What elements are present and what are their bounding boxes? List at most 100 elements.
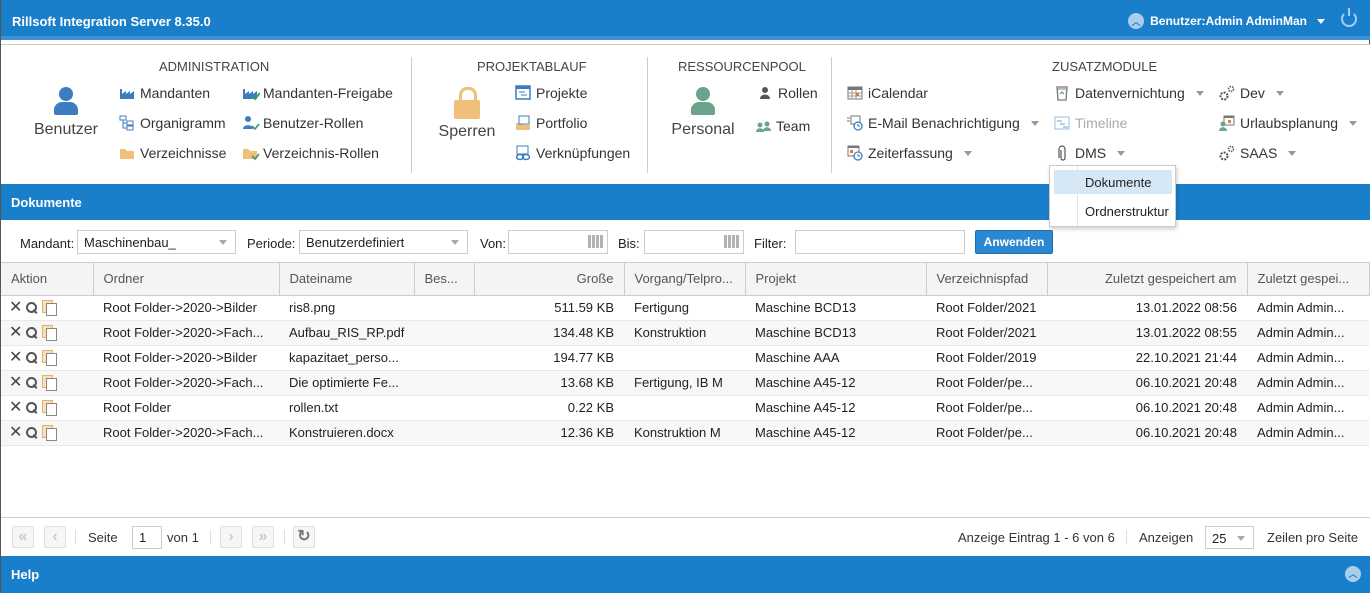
seite-label: Seite xyxy=(88,530,118,545)
table-row[interactable]: ✕ Root Folder->2020->Bilder ris8.png 511.59… xyxy=(1,295,1369,321)
menu-item-ordnerstruktur[interactable]: Ordnerstruktur xyxy=(1054,199,1172,223)
column-header-gespeichert-am[interactable]: Zuletzt gespeichert am xyxy=(1047,263,1248,296)
table-row[interactable]: ✕ Root Folder->2020->Fach... Aufbau_RIS_RP… xyxy=(1,320,1369,346)
ribbon-item-email-benachrichtigung[interactable]: E-Mail Benachrichtigung xyxy=(847,115,1039,131)
top-bar: Rillsoft Integration Server 8.35.0 ︿ Ben… xyxy=(1,0,1370,40)
preview-documents-icon[interactable] xyxy=(42,375,58,391)
preview-documents-icon[interactable] xyxy=(42,350,58,366)
item-label: Urlaubsplanung xyxy=(1240,115,1339,131)
last-page-button[interactable]: » xyxy=(252,526,274,548)
ribbon-item-dms[interactable]: DMS xyxy=(1054,145,1126,161)
role-icon xyxy=(757,85,773,101)
page-number-input[interactable]: 1 xyxy=(132,526,162,549)
periode-select[interactable]: Benutzerdefiniert xyxy=(299,230,468,254)
column-header-projekt[interactable]: Projekt xyxy=(745,263,927,296)
filter-input[interactable] xyxy=(795,230,965,254)
table-header-row: Aktion Ordner Dateiname Bes... Große Vor… xyxy=(1,263,1370,296)
ribbon-item-verzeichnis-rollen[interactable]: Verzeichnis-Rollen xyxy=(242,145,379,161)
page-size-select[interactable]: 25 xyxy=(1205,526,1254,549)
ribbon-item-saas[interactable]: SAAS xyxy=(1219,145,1297,161)
mandant-select[interactable]: Maschinenbau_ xyxy=(77,230,236,254)
search-icon[interactable] xyxy=(26,401,38,414)
delete-icon[interactable]: ✕ xyxy=(9,424,22,441)
pagination-bar: « ‹ Seite 1 von 1 › » ↻ Anzeige Eintrag … xyxy=(1,518,1370,556)
sperren-button[interactable]: Sperren xyxy=(434,87,500,141)
von-date-input[interactable] xyxy=(508,230,608,254)
power-icon[interactable] xyxy=(1341,8,1357,27)
preview-documents-icon[interactable] xyxy=(42,425,58,441)
apply-button[interactable]: Anwenden xyxy=(975,230,1053,254)
chevron-down-icon xyxy=(219,240,227,245)
ribbon-item-portfolio[interactable]: Portfolio xyxy=(515,115,587,131)
ribbon-item-icalendar[interactable]: iCalendar xyxy=(847,85,928,101)
column-header-verzeichnispfad[interactable]: Verzeichnispfad xyxy=(926,263,1048,296)
table-row[interactable]: ✕ Root Folder rollen.txt 0.22 KB Maschine A4… xyxy=(1,395,1369,421)
cell-projekt: Maschine A45-12 xyxy=(745,420,926,446)
menu-item-dokumente[interactable]: Dokumente xyxy=(1054,170,1172,194)
personal-button[interactable]: Personal xyxy=(670,87,736,139)
ribbon-item-mandanten[interactable]: Mandanten xyxy=(119,85,210,101)
pager-divider xyxy=(210,530,211,544)
calendar-icon[interactable] xyxy=(588,235,603,248)
next-page-button[interactable]: › xyxy=(220,526,242,548)
expand-up-icon[interactable]: ︿ xyxy=(1345,566,1361,582)
bis-date-input[interactable] xyxy=(644,230,744,254)
ribbon-item-urlaubsplanung[interactable]: Urlaubsplanung xyxy=(1219,115,1358,131)
search-icon[interactable] xyxy=(26,351,38,364)
delete-icon[interactable]: ✕ xyxy=(9,349,22,366)
group-projektablauf: PROJEKTABLAUF Sperren Projekte Portfolio… xyxy=(412,45,647,175)
column-header-gespeichert-von[interactable]: Zuletzt gespei... xyxy=(1247,263,1370,296)
delete-icon[interactable]: ✕ xyxy=(9,299,22,316)
item-label: Benutzer-Rollen xyxy=(263,115,364,131)
ribbon-item-benutzer-rollen[interactable]: Benutzer-Rollen xyxy=(242,115,363,131)
refresh-icon[interactable]: ↻ xyxy=(293,526,315,548)
preview-documents-icon[interactable] xyxy=(42,300,58,316)
column-header-ordner[interactable]: Ordner xyxy=(93,263,280,296)
chevron-down-icon[interactable] xyxy=(1317,18,1325,24)
ribbon-item-datenvernichtung[interactable]: Datenvernichtung xyxy=(1054,85,1204,101)
cell-bes xyxy=(414,295,474,321)
cell-aktion: ✕ xyxy=(1,295,93,321)
ribbon-item-dev[interactable]: Dev xyxy=(1219,85,1284,101)
item-label: Verzeichnis-Rollen xyxy=(263,145,379,161)
ribbon-item-organigramm[interactable]: Organigramm xyxy=(119,115,226,131)
benutzer-button[interactable]: Benutzer xyxy=(33,87,99,139)
prev-page-button[interactable]: ‹ xyxy=(44,526,66,548)
calendar-icon[interactable] xyxy=(724,235,739,248)
search-icon[interactable] xyxy=(26,376,38,389)
table-row[interactable]: ✕ Root Folder->2020->Fach... Die optimiert… xyxy=(1,370,1369,396)
search-icon[interactable] xyxy=(26,301,38,314)
table-row[interactable]: ✕ Root Folder->2020->Bilder kapazitaet_per… xyxy=(1,345,1369,371)
cell-bes xyxy=(414,370,474,396)
item-label: Team xyxy=(776,118,811,134)
item-label: Timeline xyxy=(1075,115,1128,131)
help-panel-header[interactable]: Help ︿ xyxy=(1,556,1370,593)
ribbon-item-rollen[interactable]: Rollen xyxy=(757,85,818,101)
ribbon-item-verzeichnisse[interactable]: Verzeichnisse xyxy=(119,145,226,161)
column-header-groesse[interactable]: Große xyxy=(474,263,625,296)
user-label[interactable]: Benutzer:Admin AdminMan xyxy=(1150,14,1307,28)
column-header-aktion[interactable]: Aktion xyxy=(1,263,94,296)
cell-projekt: Maschine AAA xyxy=(745,345,926,371)
search-icon[interactable] xyxy=(26,326,38,339)
trash-bin-icon xyxy=(1054,85,1070,101)
first-page-button[interactable]: « xyxy=(12,526,34,548)
ribbon-item-projekte[interactable]: Projekte xyxy=(515,85,587,101)
column-header-vorgang[interactable]: Vorgang/Telpro... xyxy=(624,263,746,296)
ribbon-item-verknuepfungen[interactable]: Verknüpfungen xyxy=(515,145,630,161)
ribbon-item-zeiterfassung[interactable]: Zeiterfassung xyxy=(847,145,972,161)
preview-documents-icon[interactable] xyxy=(42,325,58,341)
delete-icon[interactable]: ✕ xyxy=(9,324,22,341)
column-header-dateiname[interactable]: Dateiname xyxy=(279,263,415,296)
delete-icon[interactable]: ✕ xyxy=(9,399,22,416)
collapse-up-icon[interactable]: ︿ xyxy=(1128,13,1145,29)
vacation-planning-icon xyxy=(1219,115,1235,131)
search-icon[interactable] xyxy=(26,426,38,439)
preview-documents-icon[interactable] xyxy=(42,400,58,416)
user-menu[interactable]: ︿ Benutzer:Admin AdminMan xyxy=(1128,13,1325,29)
delete-icon[interactable]: ✕ xyxy=(9,374,22,391)
ribbon-item-team[interactable]: Team xyxy=(755,118,810,134)
column-header-bes[interactable]: Bes... xyxy=(414,263,475,296)
table-row[interactable]: ✕ Root Folder->2020->Fach... Konstruieren.… xyxy=(1,420,1369,446)
ribbon-item-mandanten-freigabe[interactable]: Mandanten-Freigabe xyxy=(242,85,393,101)
